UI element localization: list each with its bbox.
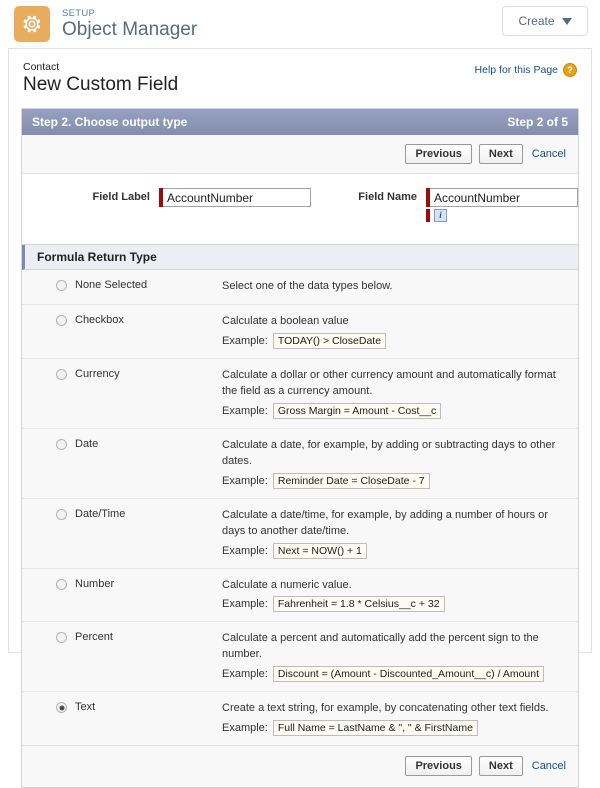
radio-number[interactable] [56,578,67,590]
example-line-currency: Example: Gross Margin = Amount - Cost__c [222,402,568,419]
example-code-currency: Gross Margin = Amount - Cost__c [272,402,442,419]
type-label-number: Number [75,577,115,590]
bottom-button-row: Previous Next Cancel [22,745,578,788]
example-code-datetime: Next = NOW() + 1 [272,542,367,559]
field-label-caption: Field Label [92,191,150,203]
type-description-currency: Calculate a dollar or other currency amo… [222,368,556,397]
field-name-caption: Field Name [358,191,417,203]
radio-datetime[interactable] [56,508,67,520]
type-label-currency: Currency [75,367,120,380]
previous-button-bottom[interactable]: Previous [405,756,472,777]
formula-return-type-list: None Selected Select one of the data typ… [22,270,578,746]
example-code-percent: Discount = (Amount - Discounted_Amount__… [272,666,545,683]
setup-titles: SETUP Object Manager [62,7,198,40]
next-button-top[interactable]: Next [478,144,523,164]
info-icon[interactable]: i [433,209,447,222]
field-name-info-line: i [425,209,578,222]
page-title-object-manager: Object Manager [62,18,198,40]
example-line-percent: Example: Discount = (Amount - Discounted… [222,666,568,683]
type-description-checkbox: Calculate a boolean value [222,314,349,327]
radio-none-selected[interactable] [56,280,67,291]
top-button-row: Previous Next Cancel [22,135,578,173]
example-code-date: Reminder Date = CloseDate - 7 [272,472,430,489]
type-label-percent: Percent [75,631,113,644]
field-label-group: Field Label [22,188,311,222]
example-code-number: Fahrenheit = 1.8 * Celsius__c + 32 [272,596,445,613]
wizard-panel: Step 2. Choose output type Step 2 of 5 P… [21,108,579,788]
type-label-text: Text [75,701,96,714]
type-row-currency[interactable]: Currency Calculate a dollar or other cur… [22,359,578,429]
type-row-text[interactable]: Text Create a text string, for example, … [22,692,578,745]
example-caption-percent: Example: [222,668,268,681]
radio-currency[interactable] [56,368,67,380]
type-label-datetime: Date/Time [75,507,126,520]
example-code-text: Full Name = LastName & ", " & FirstName [272,720,478,737]
type-row-checkbox[interactable]: Checkbox Calculate a boolean value Examp… [22,305,578,359]
type-description-none-selected: Select one of the data types below. [222,280,393,292]
example-caption-currency: Example: [222,404,268,417]
example-caption-text: Example: [222,722,268,735]
wizard-step-counter: Step 2 of 5 [507,115,568,129]
type-row-datetime[interactable]: Date/Time Calculate a date/time, for exa… [22,499,578,569]
wizard-step-title: Step 2. Choose output type [32,115,188,129]
example-line-text: Example: Full Name = LastName & ", " & F… [222,720,568,737]
example-caption-number: Example: [222,598,268,611]
radio-checkbox[interactable] [56,314,67,326]
question-badge-icon: ? [563,63,577,77]
type-label-none-selected: None Selected [75,279,148,291]
example-caption-date: Example: [222,474,268,487]
required-indicator-field-name-lower [425,209,430,222]
type-description-date: Calculate a date, for example, by adding… [222,438,556,467]
example-code-checkbox: TODAY() > CloseDate [272,332,387,349]
type-row-date[interactable]: Date Calculate a date, for example, by a… [22,429,578,499]
previous-button-top[interactable]: Previous [405,144,472,164]
field-inputs-region: Field Label Field Name [22,173,578,245]
type-label-checkbox: Checkbox [75,313,124,326]
type-row-none-selected[interactable]: None Selected Select one of the data typ… [22,270,578,305]
cancel-link-top[interactable]: Cancel [530,145,568,163]
type-description-text: Create a text string, for example, by co… [222,702,549,715]
radio-date[interactable] [56,438,67,450]
help-link-label: Help for this Page [474,64,558,76]
chevron-down-icon [561,17,572,25]
setup-header: SETUP Object Manager Create [0,0,600,48]
type-row-number[interactable]: Number Calculate a numeric value. Exampl… [22,569,578,623]
example-caption-datetime: Example: [222,544,268,557]
create-button[interactable]: Create [502,6,588,36]
help-for-this-page-link[interactable]: Help for this Page ? [475,63,577,77]
page-header: Contact New Custom Field Help for this P… [9,49,591,106]
example-line-date: Example: Reminder Date = CloseDate - 7 [222,472,568,489]
cancel-link-bottom[interactable]: Cancel [530,757,568,775]
wizard-step-bar: Step 2. Choose output type Step 2 of 5 [22,109,578,135]
create-button-label: Create [518,14,555,28]
field-label-input-cluster [159,188,311,207]
field-name-group: Field Name i [311,188,578,222]
example-line-number: Example: Fahrenheit = 1.8 * Celsius__c +… [222,596,568,613]
type-description-number: Calculate a numeric value. [222,578,352,591]
field-name-input-cluster: i [425,188,578,222]
example-line-checkbox: Example: TODAY() > CloseDate [222,332,568,349]
type-description-datetime: Calculate a date/time, for example, by a… [222,508,548,537]
example-line-datetime: Example: Next = NOW() + 1 [222,542,568,559]
gear-icon [14,6,50,42]
type-description-percent: Calculate a percent and automatically ad… [222,632,539,661]
page-title: New Custom Field [23,74,179,95]
setup-eyebrow: SETUP [62,7,96,19]
radio-percent[interactable] [56,632,67,644]
type-row-percent[interactable]: Percent Calculate a percent and automati… [22,622,578,693]
next-button-bottom[interactable]: Next [478,756,523,777]
formula-return-type-heading: Formula Return Type [22,245,578,270]
example-caption-checkbox: Example: [222,334,268,347]
type-label-date: Date [75,437,99,450]
field-name-input[interactable] [429,188,578,207]
page-container: Contact New Custom Field Help for this P… [8,48,592,788]
radio-text[interactable] [56,702,67,714]
field-label-input[interactable] [163,188,311,207]
